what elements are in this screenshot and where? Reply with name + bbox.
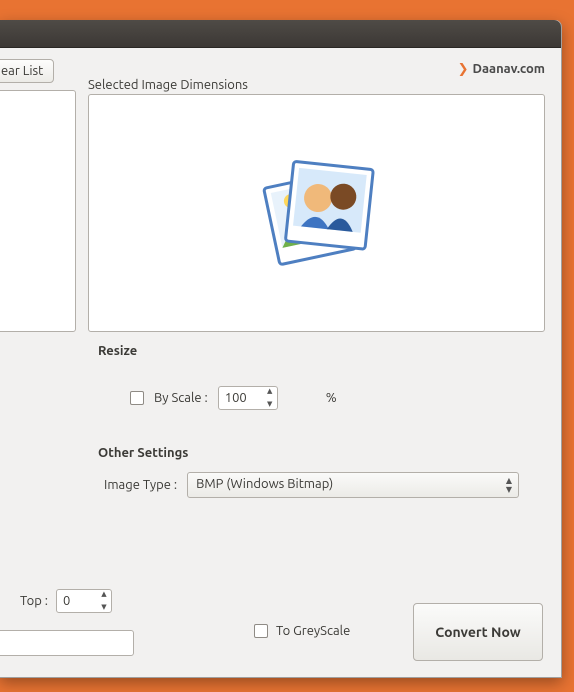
image-type-label: Image Type : — [104, 478, 177, 492]
by-scale-label: By Scale : — [154, 391, 208, 405]
image-type-combo[interactable]: BMP (Windows Bitmap) ▲▼ — [187, 472, 519, 498]
scale-stepper[interactable]: ▲▼ — [218, 386, 278, 410]
greyscale-checkbox[interactable] — [254, 624, 268, 638]
arrow-icon: ❯ — [458, 62, 469, 76]
greyscale-label: To GreyScale — [276, 624, 350, 638]
top-spinner-buttons[interactable]: ▲▼ — [98, 591, 110, 611]
convert-now-label: Convert Now — [435, 624, 520, 640]
top-label: Top : — [20, 594, 48, 608]
branding-link[interactable]: ❯Daanav.com — [458, 62, 545, 77]
image-type-selected: BMP (Windows Bitmap) — [196, 477, 333, 491]
scale-spinner-buttons[interactable]: ▲▼ — [264, 388, 276, 408]
clear-list-label: ear List — [1, 64, 43, 78]
branding-label: Daanav.com — [472, 62, 545, 76]
other-settings-label: Other Settings — [98, 446, 188, 460]
image-list[interactable] — [0, 90, 76, 332]
percent-label: % — [326, 391, 337, 405]
convert-now-button[interactable]: Convert Now — [413, 603, 543, 661]
text-input[interactable] — [0, 630, 134, 656]
by-scale-checkbox[interactable] — [130, 391, 144, 405]
image-preview — [88, 94, 545, 332]
dimensions-label: Selected Image Dimensions — [88, 78, 248, 92]
clear-list-button[interactable]: ear List — [0, 59, 54, 83]
app-window: ear List ❯Daanav.com Selected Image Dime… — [0, 20, 562, 678]
resize-section-label: Resize — [98, 344, 137, 358]
top-stepper[interactable]: ▲▼ — [56, 589, 112, 613]
titlebar — [0, 20, 561, 48]
photos-icon — [247, 148, 387, 278]
content-area: ear List ❯Daanav.com Selected Image Dime… — [0, 48, 561, 677]
chevron-updown-icon: ▲▼ — [506, 476, 512, 494]
